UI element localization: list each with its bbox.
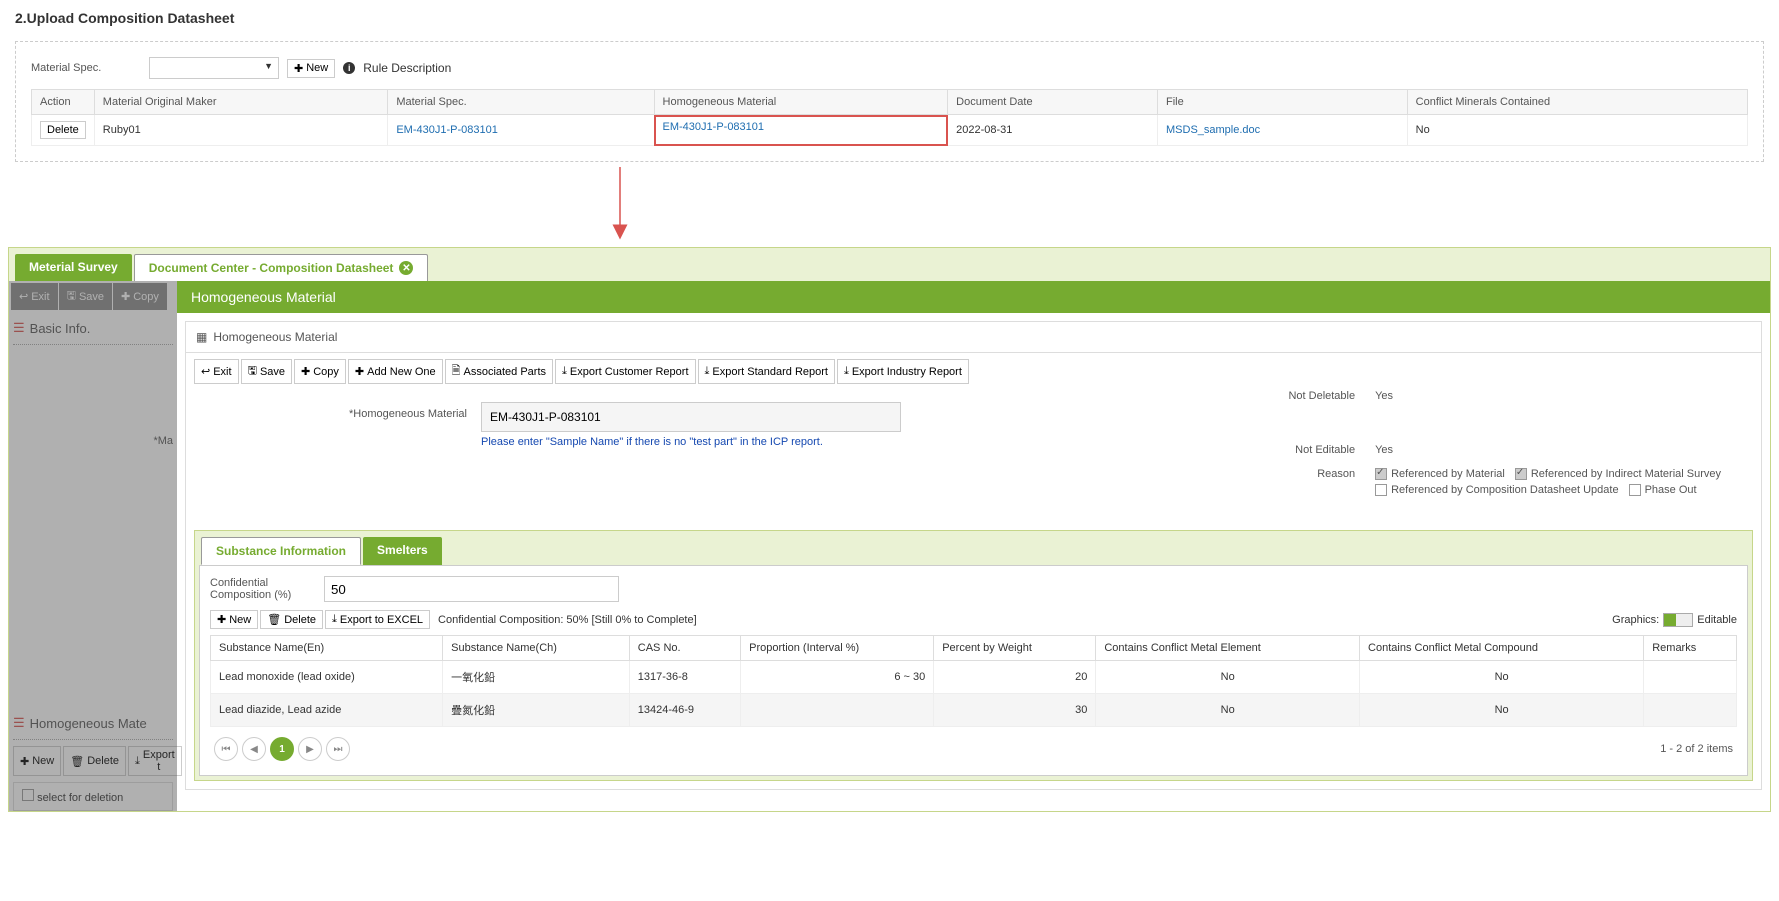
cell-conflict: No (1407, 115, 1747, 146)
material-spec-label: Material Spec. (31, 62, 141, 74)
sub-export-button[interactable]: ⤓ Export to EXCEL (325, 610, 430, 629)
info-icon: i (343, 62, 355, 74)
ref-composition-label: Referenced by Composition Datasheet Upda… (1391, 484, 1618, 496)
main-column: Homogeneous Material ▦ Homogeneous Mater… (177, 281, 1770, 811)
tab-material-survey[interactable]: Meterial Survey (15, 254, 132, 281)
table-row: Delete Ruby01 EM-430J1-P-083101 EM-430J1… (32, 115, 1748, 146)
col-cas: CAS No. (629, 636, 740, 661)
tab-substance-info[interactable]: Substance Information (201, 537, 361, 565)
add-new-button[interactable]: ✚ Add New One (348, 359, 443, 384)
new-button[interactable]: ✚New (287, 59, 335, 78)
graphics-toggle[interactable] (1663, 613, 1693, 627)
phase-out-checkbox[interactable] (1629, 484, 1641, 496)
col-spec: Material Spec. (388, 90, 654, 115)
confidential-label: Confidential Composition (%) (210, 577, 310, 601)
tab-smelters[interactable]: Smelters (363, 537, 442, 565)
table-row[interactable]: Lead monoxide (lead oxide)一氧化鉛1317-36-86… (211, 661, 1737, 694)
col-pct: Percent by Weight (934, 636, 1096, 661)
col-rem: Remarks (1644, 636, 1737, 661)
not-deletable-label: Not Deletable (1255, 390, 1375, 402)
not-deletable-value: Yes (1375, 390, 1393, 402)
lower-panel: Meterial Survey Document Center - Compos… (8, 247, 1771, 812)
hm-field-label: *Homogeneous Material (206, 402, 481, 420)
col-maker: Material Original Maker (94, 90, 388, 115)
col-file: File (1158, 90, 1408, 115)
composition-status: Confidential Composition: 50% [Still 0% … (438, 614, 697, 626)
copy-button[interactable]: ✚ Copy (294, 359, 346, 384)
save-button[interactable]: 🖫 Save (241, 359, 292, 384)
delete-button[interactable]: Delete (40, 121, 86, 139)
editable-label: Editable (1697, 614, 1737, 626)
hm-input[interactable] (481, 402, 901, 432)
col-en: Substance Name(En) (211, 636, 443, 661)
ref-composition-checkbox[interactable] (1375, 484, 1387, 496)
associated-parts-button[interactable]: 🗎 Associated Parts (445, 359, 553, 384)
ref-material-checkbox[interactable] (1375, 468, 1387, 480)
export-industry-button[interactable]: ⤓ Export Industry Report (837, 359, 969, 384)
pager-page-1[interactable]: 1 (270, 737, 294, 761)
col-action: Action (32, 90, 95, 115)
material-spec-link[interactable]: EM-430J1-P-083101 (396, 124, 498, 136)
file-link[interactable]: MSDS_sample.doc (1166, 124, 1260, 136)
grid-icon: ▦ (196, 330, 207, 344)
annotation-arrow (0, 177, 1779, 247)
col-conflict: Conflict Minerals Contained (1407, 90, 1747, 115)
ref-indirect-label: Referenced by Indirect Material Survey (1531, 468, 1721, 480)
sub-delete-button[interactable]: 🗑 Delete (260, 610, 323, 629)
confidential-input[interactable] (324, 576, 619, 602)
table-row[interactable]: Lead diazide, Lead azide疊氮化鉛13424-46-930… (211, 694, 1737, 727)
upload-grid: Action Material Original Maker Material … (31, 89, 1748, 146)
pager-first[interactable]: ⏮ (214, 737, 238, 761)
hm-hint: Please enter "Sample Name" if there is n… (481, 436, 901, 448)
sub-new-button[interactable]: ✚ New (210, 610, 258, 629)
background-panel: ↩ Exit 🖫 Save ✚ Copy ☰ Basic Info. *Ma ☰… (9, 281, 177, 811)
tab-document-center[interactable]: Document Center - Composition Datasheet … (134, 254, 429, 281)
col-prop: Proportion (Interval %) (741, 636, 934, 661)
cell-date: 2022-08-31 (948, 115, 1158, 146)
exit-button[interactable]: ↩ Exit (194, 359, 239, 384)
not-editable-label: Not Editable (1255, 444, 1375, 456)
pager-last[interactable]: ⏭ (326, 737, 350, 761)
export-standard-button[interactable]: ⤓ Export Standard Report (698, 359, 835, 384)
ref-indirect-checkbox[interactable] (1515, 468, 1527, 480)
col-ch: Substance Name(Ch) (443, 636, 630, 661)
phase-out-label: Phase Out (1645, 484, 1697, 496)
export-customer-button[interactable]: ⤓ Export Customer Report (555, 359, 695, 384)
pager-next[interactable]: ▶ (298, 737, 322, 761)
not-editable-value: Yes (1375, 444, 1393, 456)
section-title: 2.Upload Composition Datasheet (0, 0, 1779, 36)
pager-prev[interactable]: ◀ (242, 737, 266, 761)
material-spec-dropdown[interactable] (149, 57, 279, 79)
col-hm: Homogeneous Material (654, 90, 948, 115)
homogeneous-material-link[interactable]: EM-430J1-P-083101 (663, 121, 765, 133)
upload-panel: Material Spec. ✚New i Rule Description A… (15, 41, 1764, 162)
pager-info: 1 - 2 of 2 items (1660, 743, 1733, 755)
reason-label: Reason (1255, 468, 1375, 500)
close-icon[interactable]: ✕ (399, 261, 413, 275)
substance-grid: Substance Name(En) Substance Name(Ch) CA… (210, 635, 1737, 727)
rule-description-link[interactable]: Rule Description (363, 61, 451, 75)
ref-material-label: Referenced by Material (1391, 468, 1505, 480)
col-date: Document Date (948, 90, 1158, 115)
col-elem: Contains Conflict Metal Element (1096, 636, 1360, 661)
hm-header: Homogeneous Material (177, 281, 1770, 313)
col-comp: Contains Conflict Metal Compound (1360, 636, 1644, 661)
cell-maker: Ruby01 (94, 115, 388, 146)
card-title: Homogeneous Material (213, 330, 337, 344)
graphics-label: Graphics: (1612, 614, 1659, 626)
